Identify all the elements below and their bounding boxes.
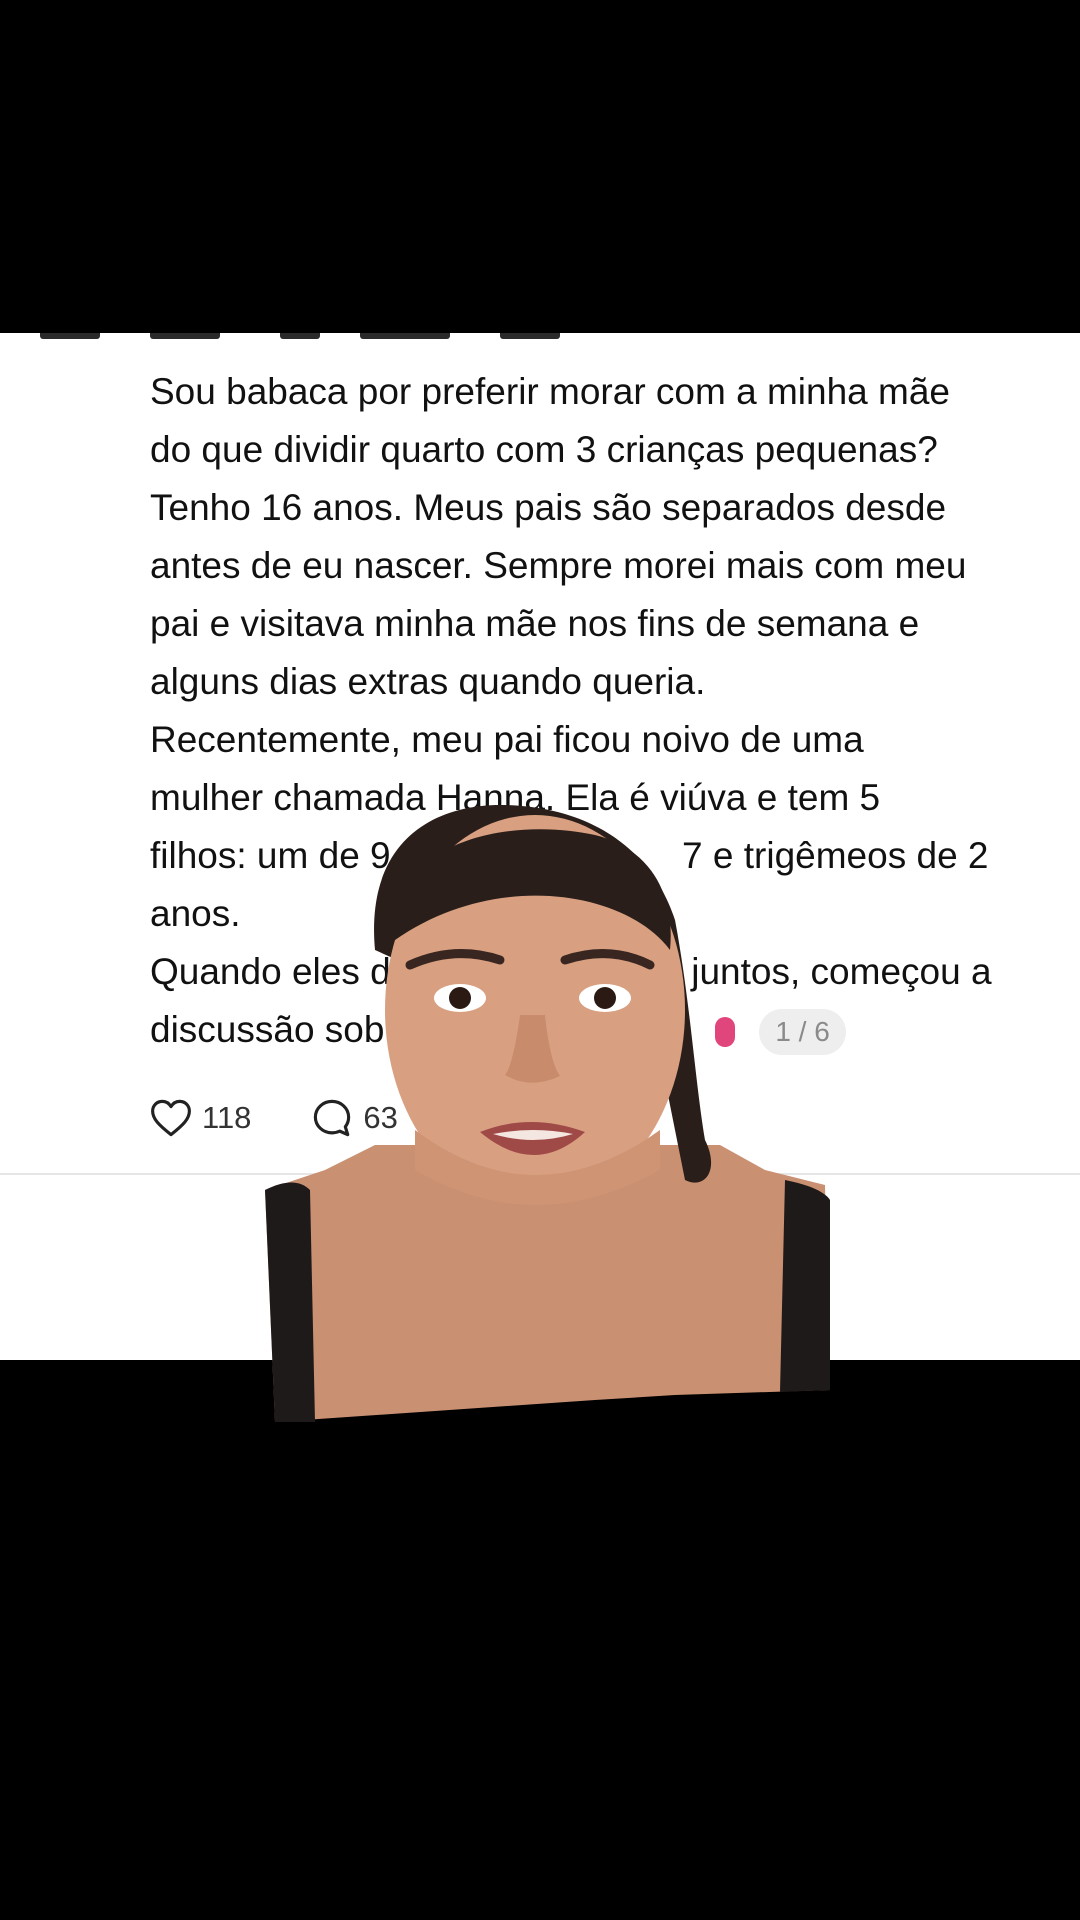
post-line: alguns dias extras quando queria. xyxy=(150,661,706,702)
post-line: antes de eu nascer. Sempre morei mais co… xyxy=(150,545,967,586)
post-line: Sou babaca por preferir morar com a minh… xyxy=(150,371,950,412)
post-line: Recentemente, meu pai ficou noivo de uma xyxy=(150,719,864,760)
cropped-header xyxy=(30,333,570,343)
video-frame: Sou babaca por preferir morar com a minh… xyxy=(0,0,1080,1920)
post-line: do que dividir quarto com 3 crianças peq… xyxy=(150,429,938,470)
person-video-overlay xyxy=(265,805,830,1422)
post-line: Tenho 16 anos. Meus pais são separados d… xyxy=(150,487,947,528)
heart-icon xyxy=(151,1099,191,1137)
like-count: 118 xyxy=(202,1100,252,1135)
like-button[interactable]: 118 xyxy=(150,1098,251,1138)
post-line: pai e visitava minha mãe nos fins de sem… xyxy=(150,603,920,644)
